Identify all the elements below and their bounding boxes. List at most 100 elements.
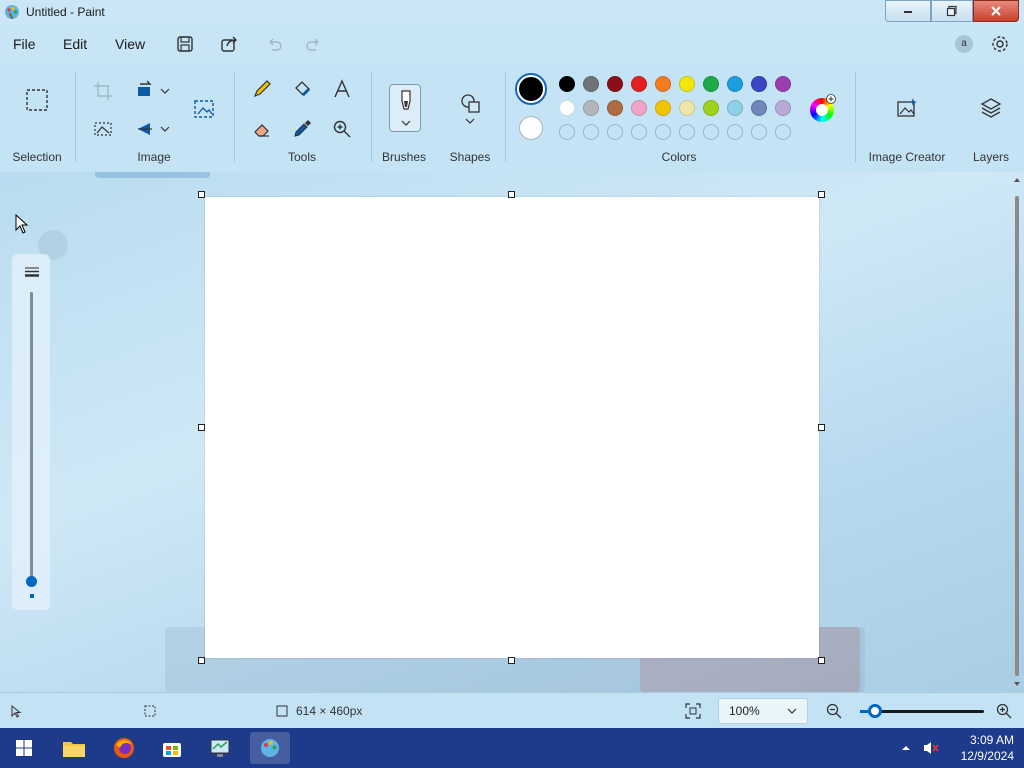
menu-edit[interactable]: Edit: [63, 36, 87, 52]
zoom-in-icon[interactable]: [995, 702, 1013, 720]
drawing-canvas[interactable]: [205, 197, 819, 658]
resize-icon[interactable]: [134, 78, 156, 100]
custom-color-slot[interactable]: [775, 124, 791, 140]
color-swatch[interactable]: [751, 100, 767, 116]
custom-color-slot[interactable]: [679, 124, 695, 140]
color-swatch[interactable]: [775, 76, 791, 92]
scroll-down-icon[interactable]: [1013, 680, 1021, 688]
layers-icon[interactable]: [979, 96, 1003, 120]
restore-button[interactable]: [931, 0, 973, 22]
image-creator-icon[interactable]: [895, 96, 919, 120]
color-swatch[interactable]: [583, 100, 599, 116]
start-button[interactable]: [4, 732, 44, 764]
brush-size-slider[interactable]: [12, 254, 50, 610]
pencil-icon[interactable]: [251, 78, 273, 100]
eraser-icon[interactable]: [251, 118, 273, 140]
undo-icon[interactable]: [264, 34, 284, 54]
color-swatch[interactable]: [559, 76, 575, 92]
resize-handle[interactable]: [198, 424, 205, 431]
crop-icon[interactable]: [92, 80, 114, 102]
color-swatch[interactable]: [583, 76, 599, 92]
slider-thumb[interactable]: [26, 576, 37, 587]
color-swatch[interactable]: [655, 76, 671, 92]
title-bar: Untitled - Paint: [0, 0, 1024, 24]
resize-handle[interactable]: [198, 191, 205, 198]
color-swatch[interactable]: [703, 76, 719, 92]
slider-track: [30, 292, 33, 582]
settings-gear-icon[interactable]: [990, 34, 1010, 54]
canvas-workspace[interactable]: [0, 172, 1024, 692]
zoom-out-icon[interactable]: [825, 702, 843, 720]
resize-handle[interactable]: [818, 657, 825, 664]
menu-view[interactable]: View: [115, 36, 145, 52]
color-swatch[interactable]: [631, 76, 647, 92]
custom-color-slot[interactable]: [631, 124, 647, 140]
custom-color-slot[interactable]: [703, 124, 719, 140]
secondary-color-selector[interactable]: [519, 116, 543, 140]
fill-bucket-icon[interactable]: [291, 78, 313, 100]
resize-handle[interactable]: [198, 657, 205, 664]
rectangle-select-icon[interactable]: [25, 88, 49, 112]
taskbar-file-explorer[interactable]: [54, 732, 94, 764]
close-button[interactable]: [973, 0, 1019, 22]
custom-color-slot[interactable]: [607, 124, 623, 140]
text-tool-icon[interactable]: [331, 78, 353, 100]
save-icon[interactable]: [175, 34, 195, 54]
color-swatch[interactable]: [631, 100, 647, 116]
color-swatch[interactable]: [679, 100, 695, 116]
shapes-icon[interactable]: [459, 92, 483, 116]
share-icon[interactable]: [219, 34, 239, 54]
taskbar-microsoft-store[interactable]: [152, 732, 192, 764]
scrollbar-thumb[interactable]: [1015, 196, 1019, 676]
color-swatch[interactable]: [559, 100, 575, 116]
custom-color-slot[interactable]: [655, 124, 671, 140]
scroll-up-icon[interactable]: [1013, 176, 1021, 184]
color-swatch[interactable]: [607, 100, 623, 116]
color-swatch[interactable]: [607, 76, 623, 92]
chevron-up-icon[interactable]: [901, 744, 911, 752]
color-swatch[interactable]: [727, 76, 743, 92]
minimize-button[interactable]: [885, 0, 931, 22]
folder-icon: [63, 742, 85, 757]
color-swatch[interactable]: [679, 76, 695, 92]
resize-handle[interactable]: [508, 191, 515, 198]
zoom-slider-thumb[interactable]: [868, 704, 882, 718]
rotate-flip-icon[interactable]: [134, 118, 156, 140]
windows-logo-icon: [16, 740, 32, 756]
speaker-muted-icon[interactable]: [922, 740, 940, 756]
taskbar-firefox[interactable]: [104, 732, 144, 764]
custom-color-slot[interactable]: [751, 124, 767, 140]
resize-handle[interactable]: [818, 191, 825, 198]
custom-color-slot[interactable]: [727, 124, 743, 140]
color-picker-icon[interactable]: [291, 118, 313, 140]
fit-to-window-icon[interactable]: [684, 702, 702, 720]
redo-icon[interactable]: [304, 34, 324, 54]
chevron-down-icon[interactable]: [158, 80, 172, 102]
ribbon-divider: [234, 72, 235, 162]
vertical-scrollbar[interactable]: [1013, 176, 1021, 688]
primary-color-selector[interactable]: [515, 73, 547, 105]
custom-color-slot[interactable]: [583, 124, 599, 140]
custom-color-slot[interactable]: [559, 124, 575, 140]
chevron-down-icon[interactable]: [463, 114, 477, 128]
image-insert-icon[interactable]: [192, 96, 218, 122]
magnifier-icon[interactable]: [331, 118, 353, 140]
resize-handle[interactable]: [508, 657, 515, 664]
zoom-level-dropdown[interactable]: 100%: [718, 698, 808, 724]
color-swatch[interactable]: [751, 76, 767, 92]
resize-handle[interactable]: [818, 424, 825, 431]
ribbon-divider: [75, 72, 76, 162]
color-swatch[interactable]: [703, 100, 719, 116]
account-avatar[interactable]: a: [955, 35, 973, 53]
taskbar-system-app[interactable]: [200, 732, 240, 764]
menu-file[interactable]: File: [13, 36, 36, 52]
remove-background-icon[interactable]: [92, 118, 114, 140]
selection-size-icon: [144, 705, 156, 717]
color-swatch[interactable]: [655, 100, 671, 116]
taskbar-clock[interactable]: 3:09 AM 12/9/2024: [961, 732, 1014, 764]
taskbar-paint[interactable]: [250, 732, 290, 764]
color-swatch[interactable]: [727, 100, 743, 116]
brushes-button[interactable]: [389, 84, 421, 132]
color-swatch[interactable]: [775, 100, 791, 116]
chevron-down-icon[interactable]: [158, 118, 172, 140]
